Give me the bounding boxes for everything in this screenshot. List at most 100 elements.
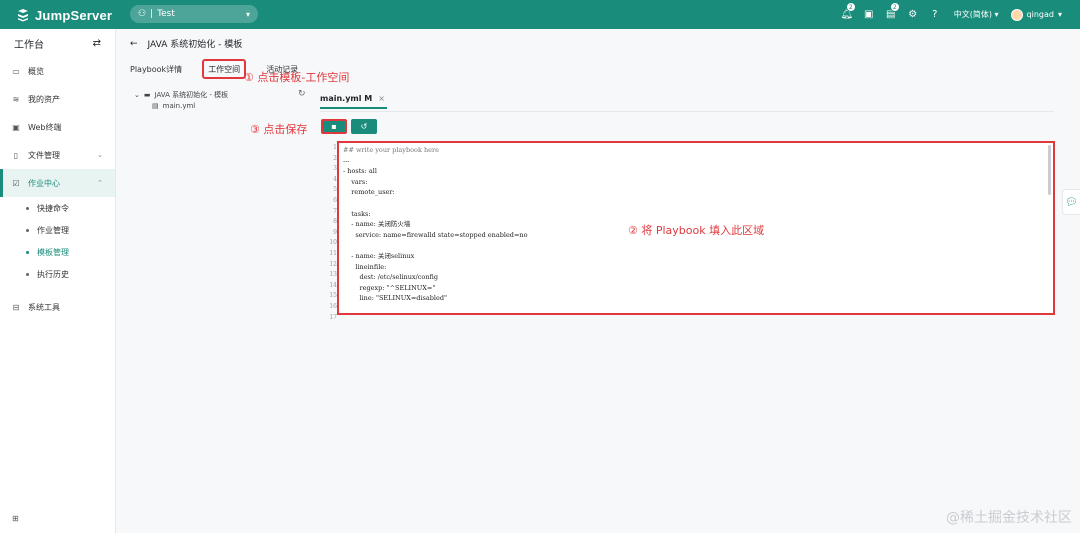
line-number: 3	[333, 165, 337, 173]
code-content[interactable]: ## write your playbook here --- - hosts: a…	[343, 145, 528, 316]
watermark: @稀土掘金技术社区	[946, 510, 1072, 526]
sidebar-subitem-quick-command[interactable]: 快捷命令	[0, 197, 115, 219]
file-tree: ⌄ ▬ JAVA 系统初始化 - 模板 ▤ main.yml	[134, 89, 228, 111]
divider	[320, 111, 1054, 112]
sidebar-header: 工作台 ⇄	[0, 29, 115, 57]
chevron-up-icon: ⌃	[97, 179, 103, 187]
line-number: 7	[333, 207, 337, 215]
line-number: 14	[329, 281, 337, 289]
line-number: 1	[333, 144, 337, 151]
brand-name: JumpServer	[35, 7, 113, 23]
code-line: ---	[343, 156, 350, 165]
back-arrow-icon[interactable]: ←	[130, 39, 138, 49]
page-header: ← JAVA 系统初始化 - 模板	[130, 37, 243, 51]
code-line: - name: 关闭selinux	[343, 251, 415, 260]
sidebar-item-system-tools[interactable]: ⊟ 系统工具	[0, 293, 115, 321]
terminal-icon: ▣	[12, 122, 20, 132]
chevron-down-icon: ▾	[1057, 10, 1062, 19]
gear-icon[interactable]: ⚙	[902, 0, 924, 29]
page-title: JAVA 系统初始化 - 模板	[147, 40, 243, 50]
line-number: 2	[333, 154, 337, 162]
code-line: vars:	[343, 177, 368, 186]
help-icon[interactable]: ?	[924, 0, 946, 29]
notification-badge: 2	[845, 2, 856, 12]
line-number: 11	[329, 249, 337, 257]
job-icon: ☑	[12, 178, 20, 188]
chevron-down-icon: ⌄	[97, 151, 103, 159]
tree-file[interactable]: ▤ main.yml	[134, 100, 228, 111]
line-number: 10	[329, 239, 337, 247]
folder-icon: ▬	[143, 90, 151, 99]
line-number: 5	[333, 186, 337, 194]
annotation-step3: ③ 点击保存	[250, 123, 308, 136]
caret-down-icon: ⌄	[134, 90, 140, 99]
code-line: - name: 配置时间	[343, 315, 528, 316]
chevron-down-icon: ▾	[245, 9, 250, 19]
save-icon: ▪	[331, 122, 337, 131]
line-number: 17	[329, 313, 337, 321]
sidebar-subitem-exec-history[interactable]: 执行历史	[0, 263, 115, 285]
line-number: 9	[333, 228, 337, 236]
code-line: ## write your playbook here	[343, 146, 439, 154]
tasks-badge: 2	[889, 2, 900, 12]
save-button[interactable]: ▪	[321, 119, 347, 134]
jumpserver-logo-icon	[18, 9, 28, 22]
close-icon[interactable]: ×	[378, 94, 385, 103]
user-menu[interactable]: qingad ▾	[1010, 8, 1080, 21]
editor-scrollbar[interactable]	[1048, 145, 1051, 195]
code-line: remote_user:	[343, 188, 395, 197]
notification-bell-icon[interactable]: 🔔︎ 2	[836, 0, 858, 29]
refresh-icon[interactable]: ↻	[298, 89, 306, 99]
workbench-title: 工作台	[14, 39, 44, 51]
line-number: 16	[329, 302, 337, 310]
logo[interactable]: JumpServer	[16, 7, 112, 23]
sidebar: 工作台 ⇄ ▭ 概览 ≋ 我的资产 ▣ Web终端 ▯ 文件管理 ⌄ ☑ 作业中…	[0, 29, 116, 533]
sidebar-item-job-center[interactable]: ☑ 作业中心 ⌃	[0, 169, 115, 197]
web-terminal-icon[interactable]: ▣	[858, 0, 880, 29]
user-name: qingad	[1026, 10, 1054, 19]
tab-playbook-detail[interactable]: Playbook详情	[130, 59, 182, 79]
sidebar-item-overview[interactable]: ▭ 概览	[0, 57, 115, 85]
code-line: - hosts: all	[343, 167, 377, 176]
code-line: - name: 关闭防火墙	[343, 220, 411, 229]
collapse-sidebar-icon[interactable]: ⊞	[12, 514, 19, 523]
file-icon: ▤	[152, 101, 159, 110]
tasks-icon[interactable]: ▤ 2	[880, 0, 902, 29]
switch-view-icon[interactable]: ⇄	[93, 38, 101, 49]
line-number: 12	[329, 260, 337, 268]
sidebar-item-file-manager[interactable]: ▯ 文件管理 ⌄	[0, 141, 115, 169]
code-line: line: "SELINUX=disabled"	[343, 294, 447, 303]
sidebar-subitem-job-manage[interactable]: 作业管理	[0, 219, 115, 241]
main-content: ← JAVA 系统初始化 - 模板 Playbook详情 工作空间 活动记录 ①…	[116, 29, 1080, 533]
line-number-gutter: 1 2 3 4 5 6 7 8 9 10 11 12 13 14 15 16 17	[328, 143, 337, 323]
sidebar-subitem-template-manage[interactable]: 模板管理	[0, 241, 115, 263]
tree-folder[interactable]: ⌄ ▬ JAVA 系统初始化 - 模板	[134, 89, 228, 100]
undo-button[interactable]: ↺	[351, 119, 377, 134]
line-number: 13	[329, 271, 337, 279]
code-line: tasks:	[343, 209, 371, 218]
line-number: 15	[329, 292, 337, 300]
line-number: 6	[333, 196, 337, 204]
code-line: lineinfile:	[343, 262, 387, 271]
avatar	[1010, 8, 1023, 21]
annotation-step1: ① 点击模板-工作空间	[244, 71, 350, 84]
code-line: service: name=firewalld state=stopped en…	[343, 230, 528, 239]
sidebar-item-web-terminal[interactable]: ▣ Web终端	[0, 113, 115, 141]
editor-file-tab[interactable]: main.yml M ×	[320, 89, 387, 109]
undo-icon: ↺	[360, 122, 368, 131]
assets-icon: ≋	[12, 94, 20, 104]
toolbox-icon: ⊟	[12, 302, 20, 312]
tab-workspace[interactable]: 工作空间	[202, 59, 247, 79]
top-navbar: JumpServer ⚇ | Test ▾ 🔔︎ 2 ▣ ▤ 2 ⚙ ? 中文(…	[0, 0, 1080, 29]
line-number: 4	[333, 175, 337, 183]
chat-icon[interactable]: 💬︎	[1062, 189, 1080, 215]
code-line: regexp: "^SELINUX="	[343, 283, 436, 292]
language-selector[interactable]: 中文(简体) ▾	[946, 9, 1011, 20]
org-icon: ⚇	[138, 9, 147, 19]
sidebar-item-my-assets[interactable]: ≋ 我的资产	[0, 85, 115, 113]
line-number: 8	[333, 218, 337, 226]
org-selector[interactable]: ⚇ | Test ▾	[130, 5, 258, 23]
